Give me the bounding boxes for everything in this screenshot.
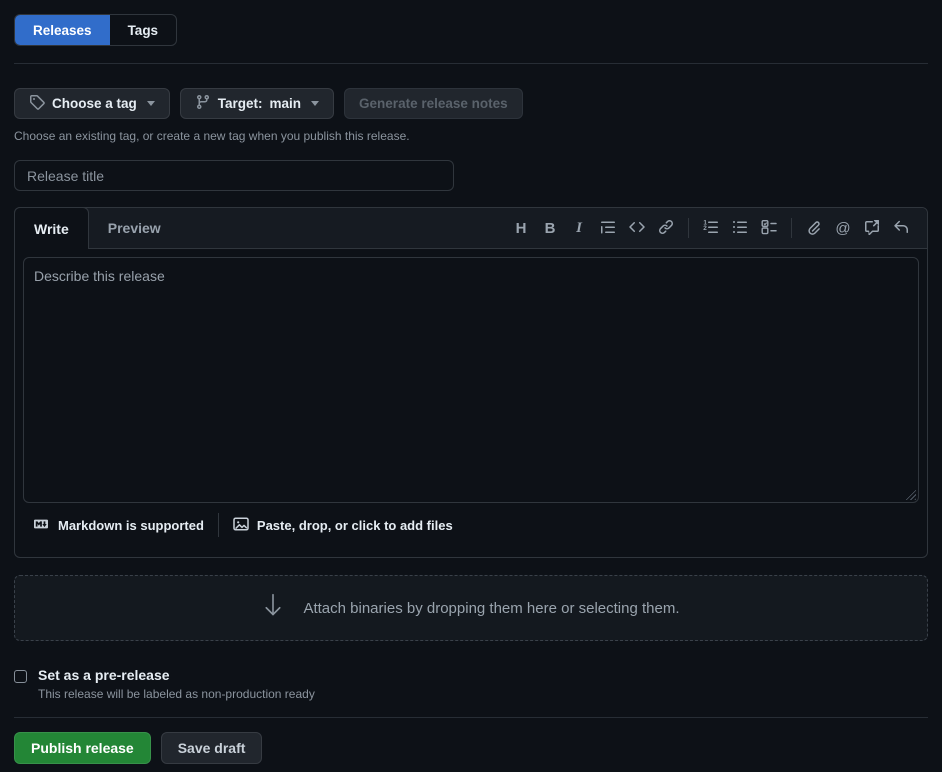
action-buttons-row: Publish release Save draft (14, 732, 928, 764)
ordered-list-icon: 12 (703, 219, 719, 238)
tab-preview[interactable]: Preview (89, 208, 180, 248)
markdown-supported-link[interactable]: Markdown is supported (32, 517, 204, 534)
paste-drop-add-files-button[interactable]: Paste, drop, or click to add files (233, 516, 453, 535)
cross-reference-button[interactable] (858, 215, 886, 241)
editor-body: Markdown is supported Paste, drop, or cl… (15, 249, 927, 557)
prerelease-checkbox[interactable] (14, 670, 27, 683)
arrow-down-icon (262, 592, 284, 624)
bold-button[interactable]: B (536, 215, 564, 241)
git-branch-icon (195, 94, 211, 113)
heading-button[interactable]: H (507, 215, 535, 241)
target-branch-value: main (270, 96, 302, 111)
releases-tags-segmented-control: Releases Tags (14, 14, 177, 46)
bottom-divider (14, 717, 928, 718)
prerelease-description: This release will be labeled as non-prod… (38, 687, 315, 701)
release-title-input[interactable] (14, 160, 454, 191)
tag-helper-text: Choose an existing tag, or create a new … (14, 129, 928, 143)
editor-tab-bar: Write Preview H B I 12 (15, 208, 927, 249)
mention-icon: @ (835, 220, 850, 237)
target-label: Target: (218, 96, 263, 111)
attach-file-button[interactable] (800, 215, 828, 241)
saved-replies-button[interactable] (887, 215, 915, 241)
tasklist-icon (761, 219, 777, 238)
editor-footer: Markdown is supported Paste, drop, or cl… (23, 503, 919, 549)
markdown-toolbar: H B I 12 (507, 208, 927, 248)
italic-icon: I (576, 220, 582, 237)
image-icon (233, 516, 249, 535)
dropzone-text: Attach binaries by dropping them here or… (303, 600, 679, 617)
paperclip-icon (806, 219, 822, 238)
generate-release-notes-button: Generate release notes (344, 88, 523, 119)
prerelease-section: Set as a pre-release This release will b… (14, 667, 928, 701)
bold-icon: B (545, 220, 556, 237)
heading-icon: H (516, 220, 527, 237)
unordered-list-button[interactable] (726, 215, 754, 241)
toolbar-divider (791, 218, 792, 238)
footer-divider (218, 513, 219, 537)
target-branch-dropdown[interactable]: Target: main (180, 88, 334, 119)
tab-tags[interactable]: Tags (110, 15, 177, 45)
ordered-list-button[interactable]: 12 (697, 215, 725, 241)
italic-button[interactable]: I (565, 215, 593, 241)
paste-drop-label: Paste, drop, or click to add files (257, 518, 453, 533)
release-description-textarea[interactable] (23, 257, 919, 503)
attach-binaries-dropzone[interactable]: Attach binaries by dropping them here or… (14, 575, 928, 641)
unordered-list-icon (732, 219, 748, 238)
tab-releases[interactable]: Releases (15, 15, 110, 45)
tag-controls-row: Choose a tag Target: main Generate relea… (14, 88, 928, 119)
svg-text:2: 2 (703, 225, 707, 232)
cross-reference-icon (864, 219, 880, 238)
link-icon (658, 219, 674, 238)
release-description-editor: Write Preview H B I 12 (14, 207, 928, 558)
code-icon (629, 219, 645, 238)
publish-release-button[interactable]: Publish release (14, 732, 151, 764)
tasklist-button[interactable] (755, 215, 783, 241)
tag-icon (29, 94, 45, 113)
save-draft-button[interactable]: Save draft (161, 732, 263, 764)
link-button[interactable] (652, 215, 680, 241)
chevron-down-icon (311, 101, 319, 106)
tab-write[interactable]: Write (14, 207, 89, 249)
choose-tag-label: Choose a tag (52, 96, 137, 111)
markdown-supported-label: Markdown is supported (58, 518, 204, 533)
top-divider (14, 63, 928, 64)
mention-button[interactable]: @ (829, 215, 857, 241)
choose-tag-dropdown[interactable]: Choose a tag (14, 88, 170, 119)
quote-button[interactable] (594, 215, 622, 241)
prerelease-label[interactable]: Set as a pre-release (38, 667, 315, 683)
code-button[interactable] (623, 215, 651, 241)
reply-icon (893, 219, 909, 238)
chevron-down-icon (147, 101, 155, 106)
toolbar-divider (688, 218, 689, 238)
markdown-icon (32, 517, 50, 534)
quote-icon (600, 219, 616, 238)
